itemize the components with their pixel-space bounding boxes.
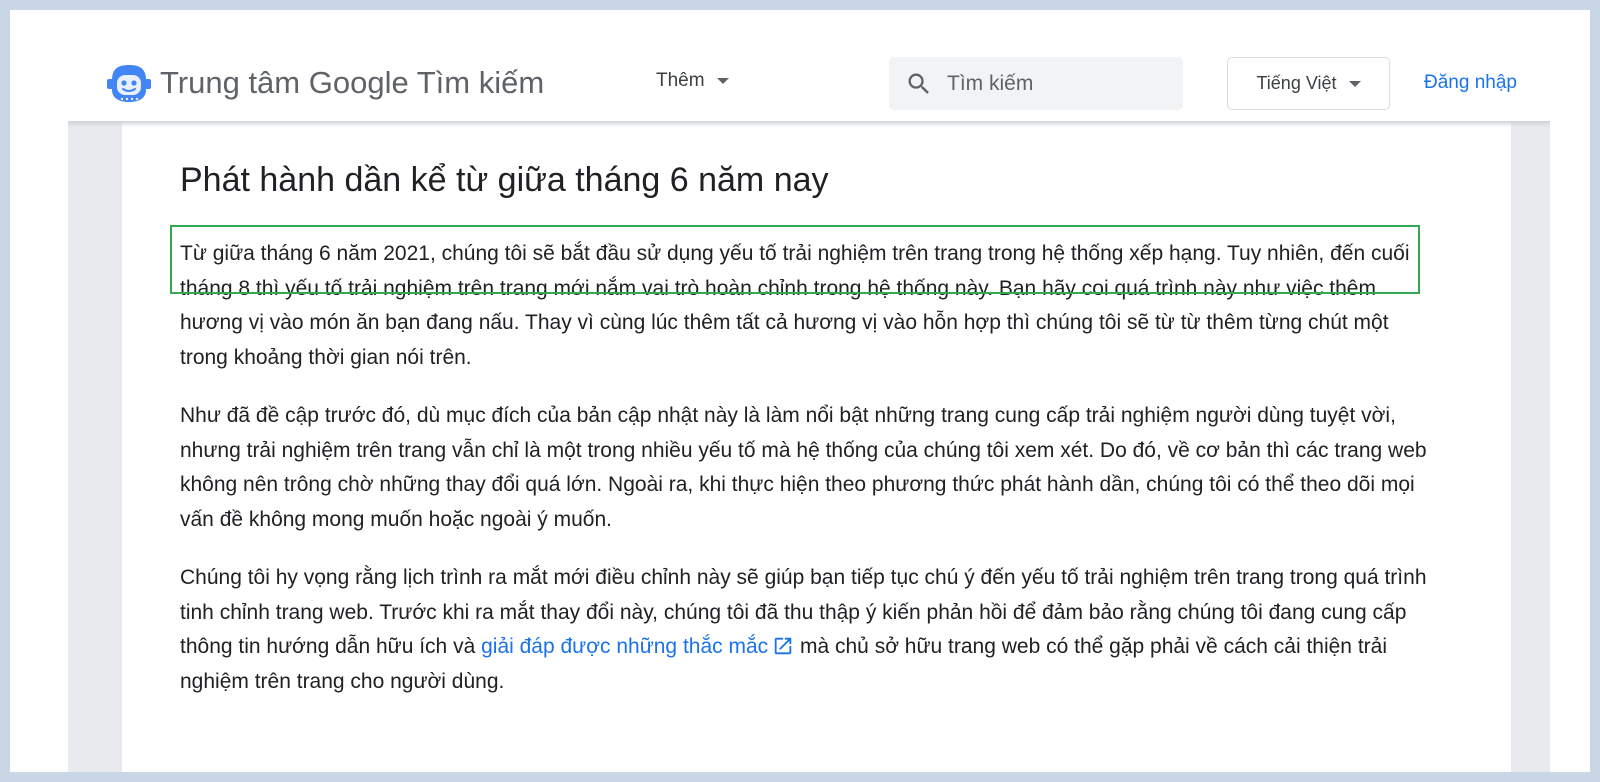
search-icon[interactable] (905, 70, 933, 98)
caret-down-icon (716, 78, 729, 84)
search-input[interactable] (947, 71, 1167, 96)
language-select-label: Tiếng Việt (1256, 73, 1337, 93)
highlight-box (170, 225, 1420, 294)
language-select[interactable]: Tiếng Việt (1227, 57, 1390, 110)
article-title: Phát hành dần kể từ giữa tháng 6 năm nay (180, 161, 829, 199)
faq-link-label: giải đáp được những thắc mắc (481, 635, 769, 658)
article: Phát hành dần kể từ giữa tháng 6 năm nay… (122, 121, 1511, 772)
more-menu-label: Thêm (656, 70, 705, 91)
brand-title: Trung tâm Google Tìm kiếm (160, 65, 545, 100)
brand[interactable]: Trung tâm Google Tìm kiếm (106, 60, 544, 106)
paragraph-3: Chúng tôi hy vọng rằng lịch trình ra mắt… (180, 561, 1432, 699)
login-link[interactable]: Đăng nhập (1424, 72, 1517, 94)
external-link-icon (772, 634, 794, 656)
caret-down-icon (1348, 80, 1361, 87)
top-header: Trung tâm Google Tìm kiếm Thêm Tiếng Việ… (68, 10, 1550, 121)
faq-link[interactable]: giải đáp được những thắc mắc (481, 635, 794, 658)
paragraph-2: Như đã đề cập trước đó, dù mục đích của … (180, 404, 1427, 531)
page-frame: Phát hành dần kể từ giữa tháng 6 năm nay… (10, 10, 1590, 772)
search-box[interactable] (889, 57, 1183, 110)
more-menu-button[interactable]: Thêm (656, 70, 729, 92)
header-shadow (68, 121, 1550, 127)
google-search-central-mascot-icon (107, 65, 151, 102)
